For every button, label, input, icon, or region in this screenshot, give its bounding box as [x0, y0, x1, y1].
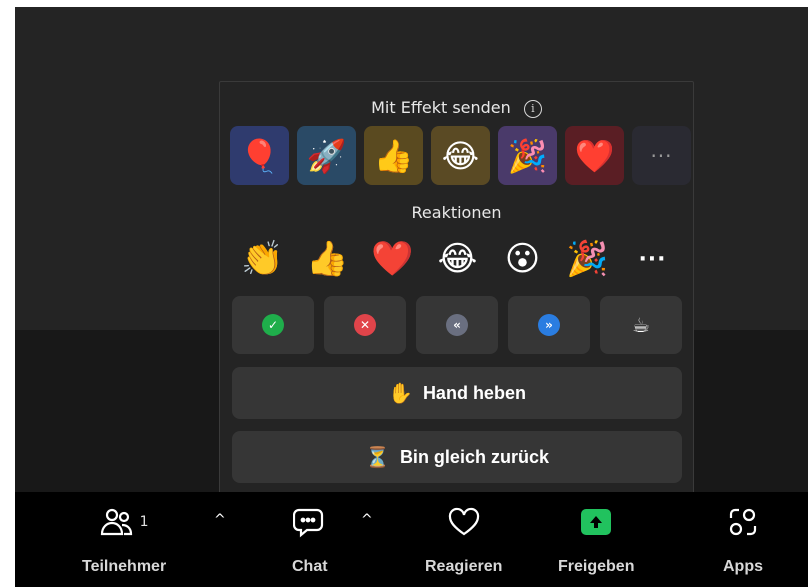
reaction-heart[interactable]: ❤️	[365, 239, 421, 279]
effect-heart[interactable]: ❤️	[565, 126, 624, 185]
heart-outline-icon	[448, 507, 479, 536]
participants-chevron-up-icon[interactable]: ^	[214, 512, 226, 528]
share-icon-wrap	[581, 502, 612, 542]
reaction-clap[interactable]: 👏	[235, 239, 291, 279]
window-left-edge	[0, 0, 15, 587]
arrow-up-icon	[590, 516, 603, 528]
heart-icon-wrap	[447, 502, 481, 542]
share-label: Freigeben	[558, 558, 635, 575]
participants-icon-wrap: 1	[100, 502, 149, 542]
reaction-surprised[interactable]: 😮	[495, 239, 551, 279]
fast-forward-icon: »	[538, 314, 560, 336]
reactions-popup: Mit Effekt senden i 🎈 🚀 👍 😂 🎉 ❤️ ··· Rea…	[219, 81, 694, 494]
rocket-icon: 🚀	[306, 136, 347, 175]
thumbs-up-icon: 👍	[373, 136, 414, 175]
no-button[interactable]: ✕	[324, 296, 406, 354]
status-row: ✓ ✕ « » ☕	[232, 296, 682, 354]
chat-icon-wrap	[292, 502, 327, 542]
chat-chevron-up-icon[interactable]: ^	[361, 512, 373, 528]
hourglass-icon: ⏳	[365, 446, 390, 469]
coffee-button[interactable]: ☕	[600, 296, 682, 354]
chat-icon	[292, 508, 323, 538]
chat-button[interactable]: Chat	[292, 502, 328, 576]
react-label: Reagieren	[425, 558, 503, 575]
be-right-back-button[interactable]: ⏳ Bin gleich zurück	[232, 431, 682, 483]
effect-balloon[interactable]: 🎈	[230, 126, 289, 185]
faster-button[interactable]: »	[508, 296, 590, 354]
participants-label: Teilnehmer	[82, 558, 167, 575]
reaction-party[interactable]: 🎉	[560, 239, 616, 279]
reaction-laugh[interactable]: 😂	[430, 239, 486, 279]
raise-hand-label: Hand heben	[422, 382, 526, 403]
meeting-toolbar: 1 Teilnehmer ^ Chat ^ Reagieren Freigebe…	[15, 492, 808, 587]
effect-rocket[interactable]: 🚀	[297, 126, 356, 185]
effect-more-button[interactable]: ···	[632, 126, 691, 185]
rewind-icon: «	[446, 314, 468, 336]
coffee-icon: ☕	[632, 313, 650, 337]
reaction-thumbs-up[interactable]: 👍	[300, 239, 356, 279]
balloon-icon: 🎈	[239, 136, 280, 175]
reactions-section-title: Reaktionen	[411, 203, 502, 222]
party-popper-icon: 🎉	[507, 136, 548, 175]
raised-hand-icon: ✋	[388, 382, 413, 405]
window-top-edge	[0, 0, 808, 7]
laugh-icon: 😂	[441, 136, 480, 175]
participants-button[interactable]: 1 Teilnehmer	[82, 502, 166, 576]
apps-icon-wrap	[727, 502, 759, 542]
more-dots-icon: ···	[650, 143, 673, 168]
effect-thumbs-up[interactable]: 👍	[364, 126, 423, 185]
chat-label: Chat	[292, 558, 328, 575]
slower-button[interactable]: «	[416, 296, 498, 354]
share-button[interactable]: Freigeben	[558, 502, 634, 576]
reaction-row: 👏 👍 ❤️ 😂 😮 🎉 ···	[230, 232, 685, 286]
effect-section-title: Mit Effekt senden i	[220, 98, 693, 118]
share-screen-icon	[581, 509, 612, 535]
effect-title-text: Mit Effekt senden	[371, 98, 511, 117]
yes-button[interactable]: ✓	[232, 296, 314, 354]
apps-button[interactable]: Apps	[723, 502, 763, 576]
reaction-more-button[interactable]: ···	[625, 247, 681, 272]
participants-count: 1	[139, 514, 149, 530]
effect-laugh[interactable]: 😂	[431, 126, 490, 185]
heart-icon: ❤️	[574, 136, 615, 175]
info-icon[interactable]: i	[523, 100, 542, 118]
x-icon: ✕	[354, 314, 376, 336]
apps-label: Apps	[723, 558, 763, 575]
participants-icon	[100, 508, 132, 536]
check-icon: ✓	[262, 314, 284, 336]
effect-row: 🎈 🚀 👍 😂 🎉 ❤️ ···	[230, 126, 691, 185]
effect-party[interactable]: 🎉	[498, 126, 557, 185]
apps-icon	[729, 508, 757, 536]
react-button[interactable]: Reagieren	[425, 502, 502, 576]
be-right-back-label: Bin gleich zurück	[399, 446, 549, 467]
raise-hand-button[interactable]: ✋ Hand heben	[232, 367, 682, 419]
